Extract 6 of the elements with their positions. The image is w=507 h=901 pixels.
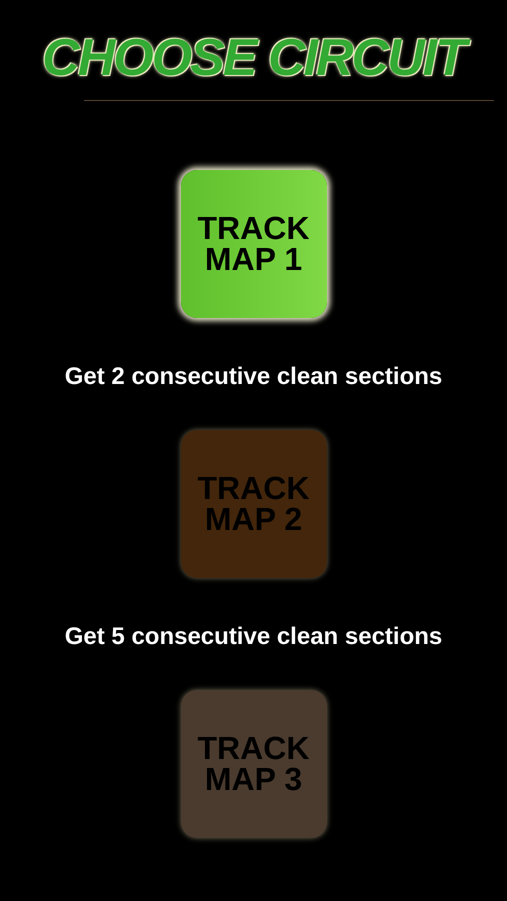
requirement-text: Get 2 consecutive clean sections <box>64 362 442 392</box>
track-map-button[interactable]: TRACK MAP 1 <box>180 170 326 318</box>
requirement-text: Get 5 consecutive clean sections <box>64 622 442 652</box>
track-map-button[interactable]: TRACK MAP 3 <box>180 690 326 838</box>
track-map-button[interactable]: TRACK MAP 2 <box>180 430 326 578</box>
title: CHOOSE CIRCUIT <box>34 22 473 94</box>
